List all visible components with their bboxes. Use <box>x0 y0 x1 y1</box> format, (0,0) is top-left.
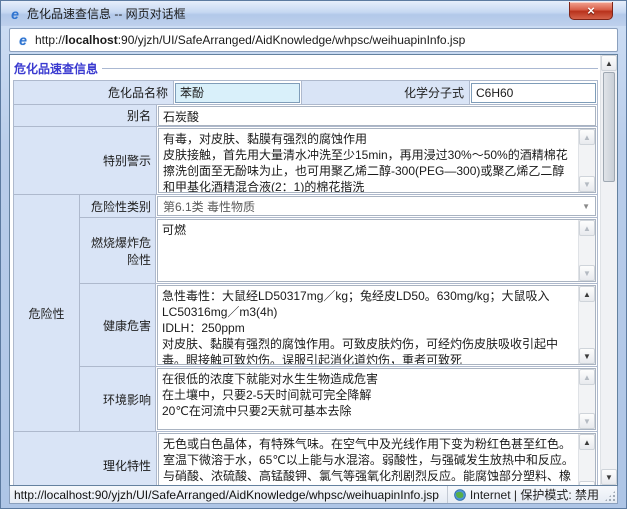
textarea-scrollbar[interactable]: ▲ ▼ <box>578 129 595 192</box>
row-name-formula: 危化品名称 苯酚 化学分子式 C6H60 <box>14 81 597 105</box>
health-label: 健康危害 <box>80 284 156 366</box>
hazard-class-label: 危险性类别 <box>80 195 156 217</box>
window-title: 危化品速查信息 -- 网页对话框 <box>27 5 186 22</box>
alias-cell: 石炭酸 <box>157 105 597 126</box>
section-title: 危化品速查信息 <box>14 60 98 77</box>
scroll-down-icon[interactable]: ▼ <box>579 176 595 192</box>
name-input[interactable]: 苯酚 <box>175 83 300 103</box>
page-scrollbar[interactable]: ▲ ▼ <box>600 55 617 485</box>
hazard-class-cell: 第6.1类 毒性物质 ▼ <box>156 195 597 217</box>
content-frame: 危化品速查信息 危化品名称 苯酚 化学分子式 C6H60 别名 <box>9 54 618 486</box>
section-rule <box>102 68 598 69</box>
status-zone: Internet | 保护模式: 禁用 <box>447 486 599 503</box>
row-physical: 理化特性 无色或白色晶体，有特殊气味。在空气中及光线作用下变为粉红色甚至红色。室… <box>14 432 597 485</box>
section-header: 危化品速查信息 <box>14 60 598 77</box>
textarea-scrollbar[interactable]: ▲ ▼ <box>578 369 595 429</box>
titlebar[interactable]: e 危化品速查信息 -- 网页对话框 × <box>1 1 626 26</box>
env-label: 环境影响 <box>80 367 156 431</box>
url-ie-icon: e <box>16 32 30 48</box>
warning-textarea[interactable]: 有毒，对皮肤、黏膜有强烈的腐蚀作用 皮肤接触，首先用大量清水冲洗至少15min，… <box>158 128 596 193</box>
row-environment: 环境影响 在很低的浓度下就能对水生生物造成危害 在土壤中，只要2-5天时间就可完… <box>80 367 597 431</box>
fire-cell: 可燃 ▲ ▼ <box>156 218 597 283</box>
row-health: 健康危害 急性毒性：大鼠经LD50317mg／kg；兔经皮LD50。630mg/… <box>80 284 597 367</box>
status-bar: http://localhost:90/yjzh/UI/SafeArranged… <box>9 486 618 504</box>
phys-label: 理化特性 <box>14 432 157 485</box>
scroll-up-icon[interactable]: ▲ <box>579 286 595 302</box>
row-fire: 燃烧爆炸危险性 可燃 ▲ ▼ <box>80 218 597 284</box>
hazard-group-label: 危险性 <box>14 195 80 431</box>
fire-label: 燃烧爆炸危险性 <box>80 218 156 283</box>
scroll-down-icon[interactable]: ▼ <box>579 413 595 429</box>
close-icon: × <box>587 4 595 17</box>
env-textarea[interactable]: 在很低的浓度下就能对水生生物造成危害 在土壤中，只要2-5天时间就可完全降解 2… <box>157 368 596 430</box>
name-label: 危化品名称 <box>14 81 174 104</box>
url-field: e http://localhost:90/yjzh/UI/SafeArrang… <box>9 28 618 52</box>
address-bar: e http://localhost:90/yjzh/UI/SafeArrang… <box>9 28 618 52</box>
row-alias: 别名 石炭酸 <box>14 105 597 127</box>
health-textarea[interactable]: 急性毒性：大鼠经LD50317mg／kg；兔经皮LD50。630mg/kg；大鼠… <box>157 285 596 365</box>
scroll-down-icon[interactable]: ▼ <box>601 469 617 485</box>
fire-textarea[interactable]: 可燃 ▲ ▼ <box>157 219 596 282</box>
scroll-thumb[interactable] <box>603 72 615 182</box>
page-content: 危化品速查信息 危化品名称 苯酚 化学分子式 C6H60 别名 <box>10 55 600 485</box>
scroll-down-icon[interactable]: ▼ <box>579 348 595 364</box>
name-input-cell: 苯酚 <box>174 81 302 104</box>
health-cell: 急性毒性：大鼠经LD50317mg／kg；兔经皮LD50。630mg/kg；大鼠… <box>156 284 597 366</box>
scroll-down-icon[interactable]: ▼ <box>579 265 595 281</box>
phys-cell: 无色或白色晶体，有特殊气味。在空气中及光线作用下变为粉红色甚至红色。室温下微溶于… <box>157 432 597 485</box>
textarea-scrollbar[interactable]: ▲ ▼ <box>578 286 595 364</box>
dialog-window: e 危化品速查信息 -- 网页对话框 × e http://localhost:… <box>0 0 627 509</box>
scroll-down-icon[interactable]: ▼ <box>579 481 595 485</box>
warning-cell: 有毒，对皮肤、黏膜有强烈的腐蚀作用 皮肤接触，首先用大量清水冲洗至少15min，… <box>157 127 597 194</box>
dropdown-arrow-icon: ▼ <box>582 202 590 211</box>
resize-grip[interactable] <box>604 490 616 502</box>
formula-input-cell: C6H60 <box>470 81 597 104</box>
row-warning: 特别警示 有毒，对皮肤、黏膜有强烈的腐蚀作用 皮肤接触，首先用大量清水冲洗至少1… <box>14 127 597 195</box>
textarea-scrollbar[interactable]: ▲ ▼ <box>578 220 595 281</box>
row-hazard-class: 危险性类别 第6.1类 毒性物质 ▼ <box>80 195 597 218</box>
formula-input[interactable]: C6H60 <box>471 83 596 103</box>
hazard-group: 危险性 危险性类别 第6.1类 毒性物质 ▼ <box>14 195 597 432</box>
scroll-up-icon[interactable]: ▲ <box>601 55 617 71</box>
form-table: 危化品名称 苯酚 化学分子式 C6H60 别名 石炭酸 <box>13 80 598 485</box>
close-button[interactable]: × <box>569 2 613 20</box>
warning-label: 特别警示 <box>14 127 157 194</box>
scroll-up-icon[interactable]: ▲ <box>579 220 595 236</box>
env-cell: 在很低的浓度下就能对水生生物造成危害 在土壤中，只要2-5天时间就可完全降解 2… <box>156 367 597 431</box>
scroll-up-icon[interactable]: ▲ <box>579 129 595 145</box>
alias-label: 别名 <box>14 105 157 126</box>
formula-label: 化学分子式 <box>302 81 470 104</box>
alias-input[interactable]: 石炭酸 <box>158 106 596 126</box>
url-text: http://localhost:90/yjzh/UI/SafeArranged… <box>35 33 465 47</box>
scroll-up-icon[interactable]: ▲ <box>579 434 595 450</box>
hazard-class-select[interactable]: 第6.1类 毒性物质 ▼ <box>157 196 596 216</box>
scroll-up-icon[interactable]: ▲ <box>579 369 595 385</box>
phys-textarea[interactable]: 无色或白色晶体，有特殊气味。在空气中及光线作用下变为粉红色甚至红色。室温下微溶于… <box>158 433 596 485</box>
status-url: http://localhost:90/yjzh/UI/SafeArranged… <box>14 488 447 502</box>
globe-icon <box>454 489 466 501</box>
textarea-scrollbar[interactable]: ▲ ▼ <box>578 434 595 485</box>
ie-icon: e <box>8 6 22 22</box>
